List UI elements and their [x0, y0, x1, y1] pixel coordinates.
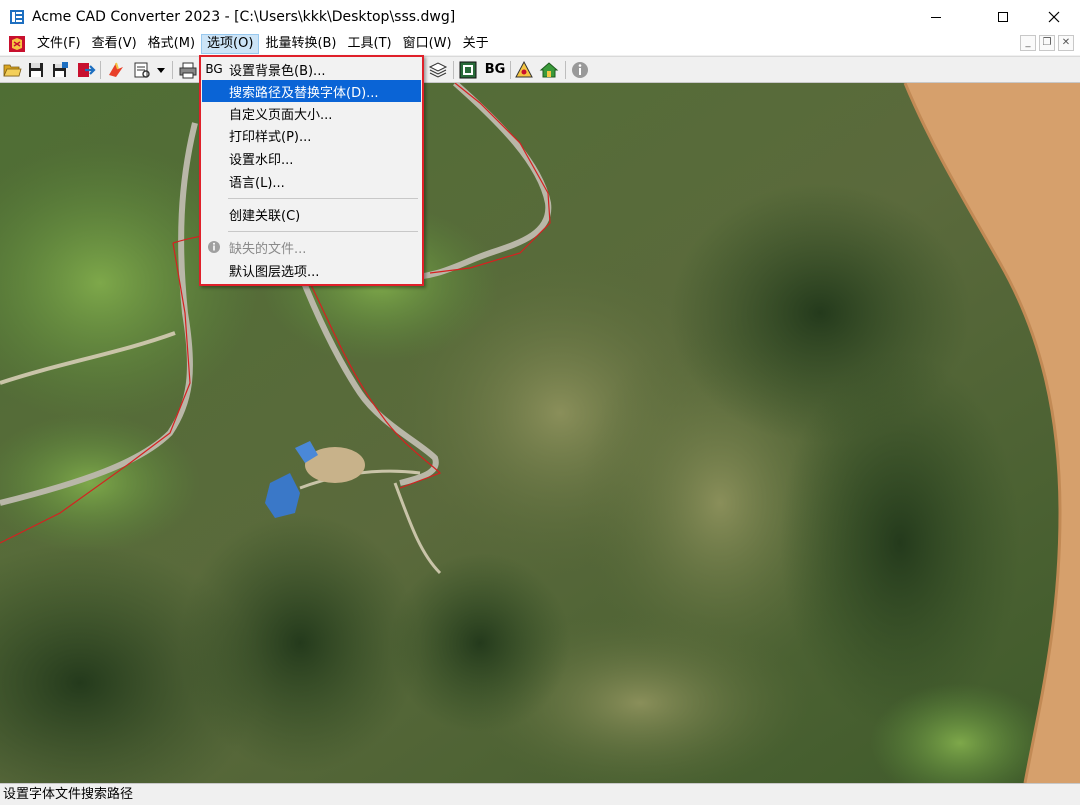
menu-item-set-watermark[interactable]: 设置水印... — [202, 147, 421, 169]
warning-icon[interactable] — [514, 60, 534, 80]
document-icon[interactable] — [8, 35, 26, 53]
menu-item-set-background-color[interactable]: BG 设置背景色(B)... — [202, 58, 421, 80]
menu-about[interactable]: 关于 — [458, 34, 494, 54]
mdi-close-button[interactable]: ✕ — [1058, 35, 1074, 51]
menu-item-label: 默认图层选项... — [229, 264, 320, 280]
menu-tools[interactable]: 工具(T) — [343, 34, 397, 54]
menu-item-custom-page-size[interactable]: 自定义页面大小... — [202, 102, 421, 124]
menu-separator — [228, 198, 418, 199]
menu-item-label: 缺失的文件... — [229, 241, 307, 257]
menu-item-label: 自定义页面大小... — [229, 107, 333, 123]
menu-item-label: 打印样式(P)... — [229, 129, 312, 145]
home-icon[interactable] — [539, 60, 559, 80]
minimize-button[interactable] — [912, 0, 960, 33]
frame-icon[interactable] — [458, 60, 478, 80]
bg-icon: BG — [205, 62, 223, 76]
drawing-canvas[interactable] — [0, 83, 1080, 783]
background-color-button[interactable]: BG — [483, 60, 507, 80]
mdi-restore-button[interactable]: ❐ — [1039, 35, 1055, 51]
menu-item-search-path-replace-font[interactable]: 搜索路径及替换字体(D)... — [202, 80, 421, 102]
menu-options[interactable]: 选项(O) — [201, 34, 260, 54]
close-icon — [1048, 11, 1060, 22]
maximize-button[interactable] — [979, 0, 1027, 33]
menu-item-create-association[interactable]: 创建关联(C) — [202, 203, 421, 225]
menu-item-label: 创建关联(C) — [229, 208, 301, 224]
print-preview-icon[interactable] — [132, 60, 152, 80]
save-as-icon[interactable] — [50, 60, 70, 80]
menu-item-missing-files[interactable]: 缺失的文件... — [202, 236, 421, 258]
info-icon[interactable] — [570, 60, 590, 80]
aerial-image — [0, 83, 1080, 783]
menu-window[interactable]: 窗口(W) — [398, 34, 457, 54]
layers-icon[interactable] — [428, 60, 448, 80]
menu-item-print-style[interactable]: 打印样式(P)... — [202, 124, 421, 146]
menu-batch-convert[interactable]: 批量转换(B) — [260, 34, 341, 54]
options-dropdown-menu: BG 设置背景色(B)... 搜索路径及替换字体(D)... 自定义页面大小..… — [199, 55, 424, 286]
convert-icon[interactable] — [106, 60, 126, 80]
dropdown-arrow-icon[interactable] — [155, 60, 167, 80]
mdi-controls: _ ❐ ✕ — [1020, 35, 1074, 51]
info-icon — [208, 241, 220, 253]
menu-item-label: 设置水印... — [229, 152, 294, 168]
menu-item-label: 设置背景色(B)... — [229, 63, 326, 79]
close-button[interactable] — [1030, 0, 1078, 33]
maximize-icon — [998, 11, 1008, 22]
window-title: Acme CAD Converter 2023 - [C:\Users\kkk\… — [32, 8, 456, 25]
open-folder-icon[interactable] — [2, 60, 22, 80]
menu-item-language[interactable]: 语言(L)... — [202, 170, 421, 192]
menu-separator — [228, 231, 418, 232]
menu-format[interactable]: 格式(M) — [143, 34, 200, 54]
toolbar: BG — [0, 56, 1080, 83]
menu-bar: 文件(F) 查看(V) 格式(M) 选项(O) 批量转换(B) 工具(T) 窗口… — [0, 33, 1080, 55]
minimize-icon — [931, 16, 941, 18]
title-bar: Acme CAD Converter 2023 - [C:\Users\kkk\… — [0, 0, 1080, 33]
mdi-minimize-button[interactable]: _ — [1020, 35, 1036, 51]
menu-item-label: 搜索路径及替换字体(D)... — [229, 85, 379, 101]
menu-view[interactable]: 查看(V) — [87, 34, 142, 54]
menu-file[interactable]: 文件(F) — [32, 34, 86, 54]
printer-icon[interactable] — [178, 60, 198, 80]
save-icon[interactable] — [26, 60, 46, 80]
status-text: 设置字体文件搜索路径 — [3, 787, 134, 802]
menu-item-default-layer-options[interactable]: 默认图层选项... — [202, 259, 421, 281]
app-icon — [10, 9, 24, 24]
menu-item-label: 语言(L)... — [229, 175, 285, 191]
export-icon[interactable] — [76, 60, 96, 80]
status-bar: 设置字体文件搜索路径 — [0, 783, 1080, 805]
